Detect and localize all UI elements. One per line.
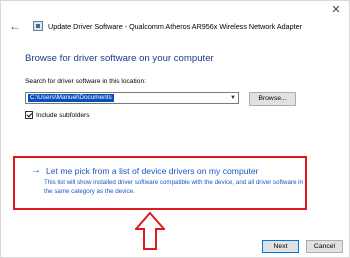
back-arrow-icon[interactable]: ← (9, 19, 23, 33)
next-button[interactable]: Next (262, 240, 299, 253)
path-combobox[interactable]: C:\Users\Manuel\Documents ▼ (25, 92, 239, 104)
include-subfolders-label: Include subfolders (36, 111, 90, 119)
window-title: Update Driver Software - Qualcomm Athero… (48, 21, 303, 31)
red-up-arrow-icon (135, 212, 165, 250)
include-subfolders-row[interactable]: Include subfolders (25, 110, 90, 120)
browse-button[interactable]: Browse... (249, 92, 296, 106)
dialog-window: ✕ ← Update Driver Software - Qualcomm At… (0, 0, 350, 258)
page-heading: Browse for driver software on your compu… (25, 53, 214, 64)
pick-from-list-option[interactable]: → Let me pick from a list of device driv… (13, 156, 307, 210)
search-location-label: Search for driver software in this locat… (25, 78, 146, 85)
close-icon: ✕ (331, 4, 341, 16)
title-bar: ← Update Driver Software - Qualcomm Athe… (9, 19, 302, 33)
chevron-down-icon[interactable]: ▼ (230, 93, 236, 103)
path-input-value[interactable]: C:\Users\Manuel\Documents (28, 94, 114, 102)
device-manager-icon (33, 21, 43, 31)
close-button[interactable]: ✕ (329, 4, 343, 16)
arrow-right-icon: → (31, 165, 41, 176)
pick-from-list-title[interactable]: Let me pick from a list of device driver… (46, 165, 259, 177)
pick-from-list-description: This list will show installed driver sof… (44, 179, 303, 195)
cancel-button[interactable]: Cancel (306, 240, 343, 253)
pick-from-list-link[interactable]: → Let me pick from a list of device driv… (31, 165, 259, 177)
include-subfolders-checkbox[interactable] (25, 111, 33, 119)
